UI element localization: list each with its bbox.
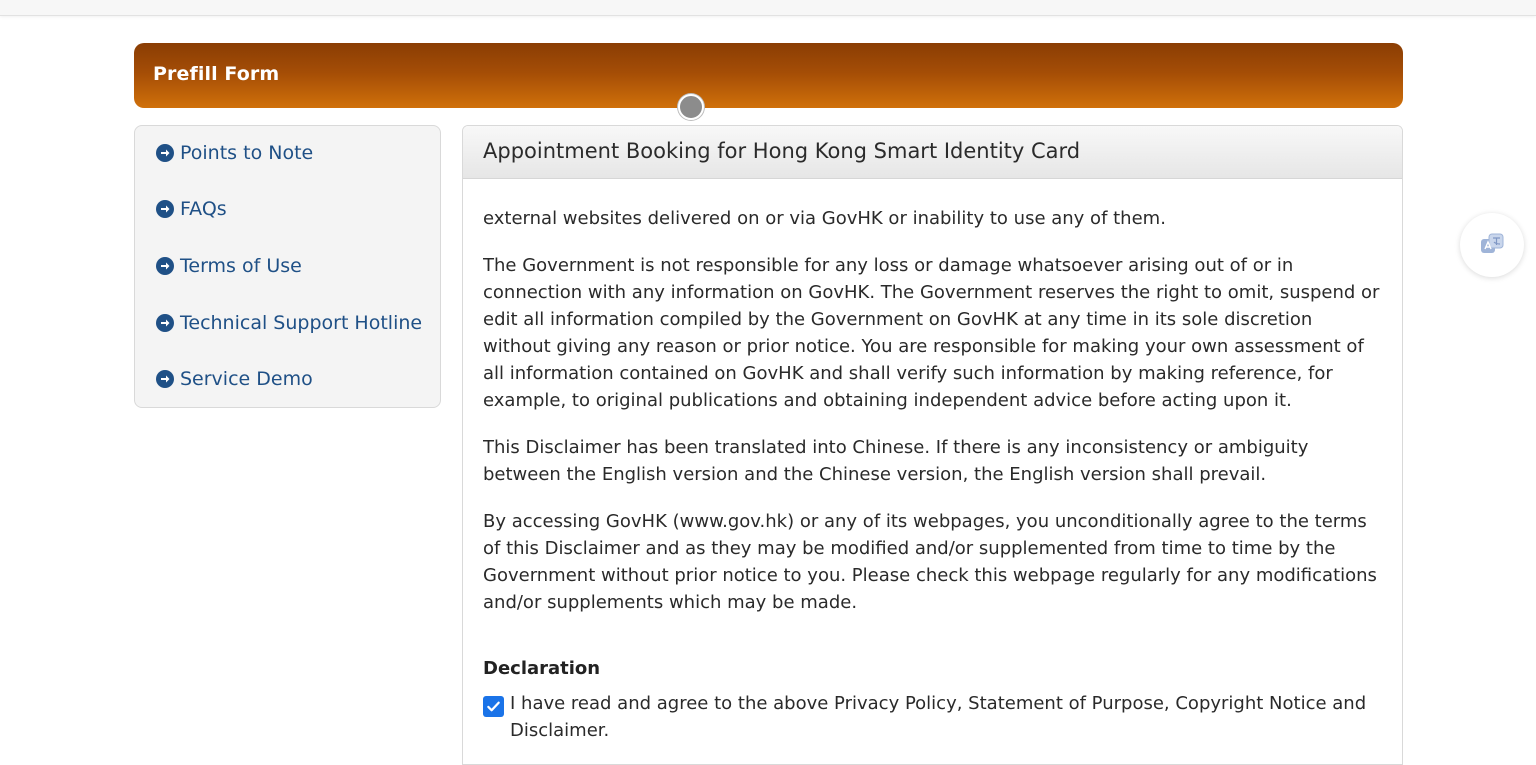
page-title: Appointment Booking for Hong Kong Smart … <box>483 139 1081 163</box>
declaration-checkbox[interactable] <box>483 696 504 717</box>
sidebar-item-label: Technical Support Hotline <box>180 312 423 334</box>
sidebar-item-label: Points to Note <box>180 142 314 164</box>
sidebar: Points to Note FAQs Terms of Use Technic… <box>134 125 441 408</box>
sidebar-item-technical-support-hotline[interactable]: Technical Support Hotline <box>156 310 422 336</box>
banner-title: Prefill Form <box>153 63 280 85</box>
disclaimer-paragraph: By accessing GovHK (www.gov.hk) or any o… <box>483 511 1377 613</box>
arrow-right-circle-icon <box>156 144 174 162</box>
top-bar <box>0 0 1536 16</box>
sidebar-item-label: Terms of Use <box>180 255 302 277</box>
disclaimer-paragraph: The Government is not responsible for an… <box>483 255 1380 411</box>
sidebar-item-service-demo[interactable]: Service Demo <box>156 366 313 392</box>
prefill-form-banner: Prefill Form <box>134 43 1403 108</box>
translate-icon <box>1481 233 1504 253</box>
sidebar-item-label: FAQs <box>180 198 227 220</box>
arrow-right-circle-icon <box>156 314 174 332</box>
panel-header: Appointment Booking for Hong Kong Smart … <box>463 126 1402 179</box>
declaration-label[interactable]: I have read and agree to the above Priva… <box>510 690 1380 744</box>
disclaimer-text-line: external websites delivered on or via Go… <box>483 208 1166 229</box>
disclaimer-paragraph: This Disclaimer has been translated into… <box>483 437 1309 485</box>
sidebar-item-points-to-note[interactable]: Points to Note <box>156 140 313 166</box>
arrow-right-circle-icon <box>156 257 174 275</box>
checkmark-icon <box>487 701 500 712</box>
sidebar-item-label: Service Demo <box>180 368 313 390</box>
progress-step-indicator <box>678 94 704 120</box>
sidebar-item-terms-of-use[interactable]: Terms of Use <box>156 253 302 279</box>
disclaimer-body[interactable]: external websites delivered on or via Go… <box>483 180 1383 764</box>
content-panel: Appointment Booking for Hong Kong Smart … <box>462 125 1403 765</box>
arrow-right-circle-icon <box>156 370 174 388</box>
arrow-right-circle-icon <box>156 200 174 218</box>
declaration-heading: Declaration <box>483 658 601 679</box>
translate-button[interactable] <box>1460 213 1524 277</box>
sidebar-item-faqs[interactable]: FAQs <box>156 196 227 222</box>
